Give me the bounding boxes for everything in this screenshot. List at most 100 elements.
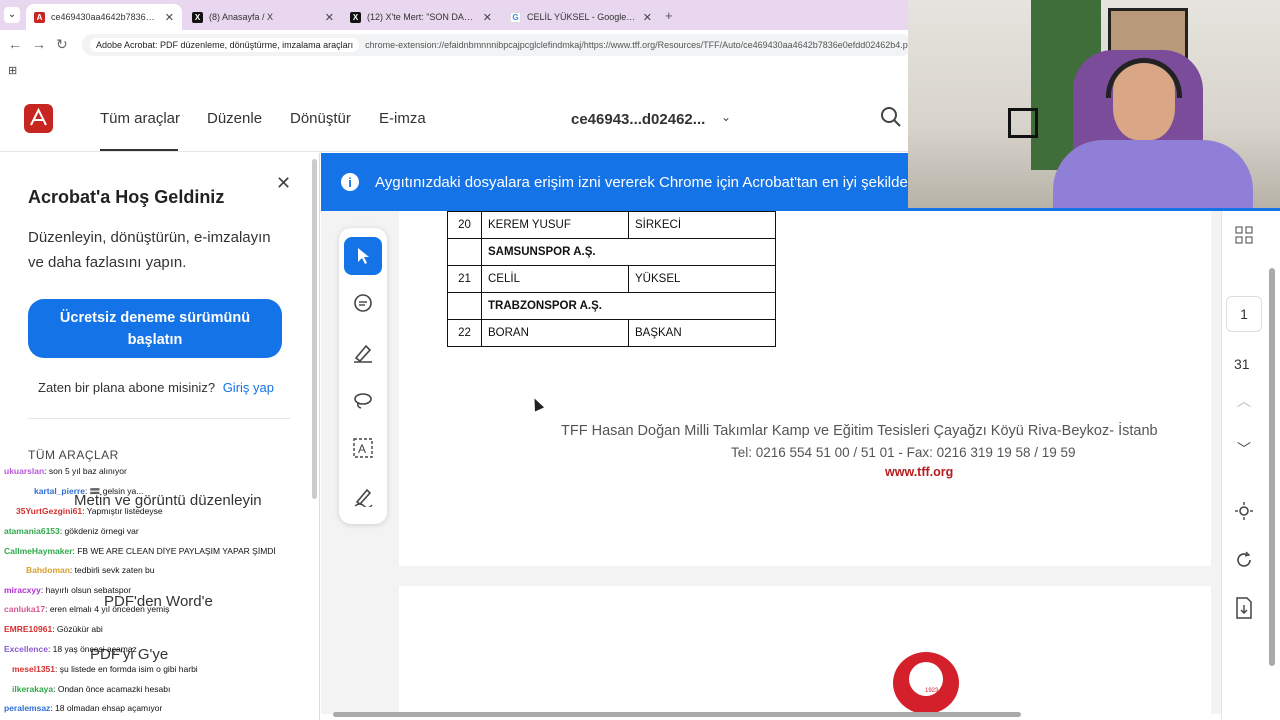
- tab-google[interactable]: G CELİL YÜKSEL - Google'da Ara ✕: [502, 4, 660, 30]
- start-trial-button[interactable]: Ücretsiz deneme sürümünü başlatın: [28, 299, 282, 358]
- select-cursor-icon[interactable]: [344, 237, 382, 275]
- chat-text: : 18 olmadan ehsap açamıyor: [50, 703, 163, 713]
- chat-text: : eren elmalı 4 yıl önceden yemiş: [45, 604, 170, 614]
- footer-website-link[interactable]: www.tff.org: [885, 465, 953, 479]
- panel-scrollbar[interactable]: [312, 159, 317, 499]
- tab-title: CELİL YÜKSEL - Google'da Ara: [527, 12, 637, 22]
- plus-icon[interactable]: +: [665, 8, 673, 23]
- chat-text: : Gözükür abi: [52, 624, 103, 634]
- chat-message: kartal_pierre: 🟰 gelsin ya...: [4, 486, 143, 497]
- welcome-title: Acrobat'a Hoş Geldiniz: [28, 187, 225, 207]
- chat-text: : son 5 yıl baz alınıyor: [44, 466, 127, 476]
- tab-search-icon[interactable]: ⌄: [4, 7, 20, 23]
- file-icon[interactable]: [1232, 596, 1256, 620]
- divider: [28, 418, 290, 419]
- chevron-down-icon[interactable]: ⌄: [721, 110, 731, 124]
- player-table: 20 KEREM YUSUF SİRKECİ SAMSUNSPOR A.Ş. 2…: [447, 211, 776, 347]
- chat-message: peralemsaz: 18 olmadan ehsap açamıyor: [4, 703, 162, 713]
- grid-icon[interactable]: [1232, 223, 1256, 247]
- tools-heading: TÜM ARAÇLAR: [28, 448, 119, 462]
- chat-message: EMRE10961: Gözükür abi: [4, 624, 103, 634]
- chevron-up-icon[interactable]: ︿: [1232, 389, 1256, 413]
- player-first-name: BORAN: [481, 319, 629, 347]
- chat-text: : 18 yaş öncesi açamaz: [47, 644, 137, 654]
- menu-esign[interactable]: E-imza: [379, 110, 426, 127]
- back-icon[interactable]: ←: [8, 36, 22, 52]
- apps-grid-icon[interactable]: ⊞: [8, 64, 17, 77]
- chat-username: peralemsaz: [4, 703, 51, 713]
- document-horizontal-scrollbar[interactable]: [333, 712, 1021, 717]
- close-icon[interactable]: ✕: [483, 11, 492, 24]
- document-vertical-scrollbar[interactable]: [1269, 268, 1275, 666]
- chat-username: canluka17: [4, 604, 46, 614]
- subscribe-question: Zaten bir plana abone misiniz?: [38, 380, 216, 395]
- chat-username: 35YurtGezgini61: [16, 506, 83, 516]
- rotate-icon[interactable]: [1232, 548, 1256, 572]
- sign-in-link[interactable]: Giriş yap: [223, 380, 274, 395]
- chat-message: canluka17: eren elmalı 4 yıl önceden yem…: [4, 604, 169, 614]
- svg-text:A: A: [358, 442, 366, 456]
- close-icon[interactable]: ✕: [643, 11, 652, 24]
- sign-icon[interactable]: [344, 477, 382, 515]
- player-first-name: CELİL: [481, 265, 629, 293]
- text-recognition-icon[interactable]: A: [344, 429, 382, 467]
- chat-message: mesel1351: şu listede en formda isim o g…: [4, 664, 198, 674]
- banner-text: Aygıtınızdaki dosyalara erişim izni vere…: [375, 173, 908, 191]
- menu-convert[interactable]: Dönüştür: [290, 110, 351, 127]
- row-number: 22: [447, 319, 482, 347]
- chat-text: : şu listede en formda isim o gibi harbi: [55, 664, 198, 674]
- chat-message: atamania6153: gökdeniz örnegi var: [4, 526, 139, 536]
- chat-text: : Ondan önce acamazki hesabı: [53, 684, 171, 694]
- lasso-icon[interactable]: [344, 381, 382, 419]
- tab-title: (12) X'te Mert: "SON DAKİKA 🔺: [367, 11, 477, 22]
- page-total: 31: [1234, 356, 1250, 372]
- chat-message: miracxyy: hayırlı olsun sebatspor: [4, 585, 131, 595]
- chat-text: : tedbirli sevk zaten bu: [69, 565, 155, 575]
- chat-text: : 🟰 gelsin ya...: [85, 486, 144, 496]
- info-icon: i: [341, 173, 359, 191]
- forward-icon[interactable]: →: [32, 36, 46, 52]
- team-name: TRABZONSPOR A.Ş.: [481, 292, 776, 320]
- menu-all-tools[interactable]: Tüm araçlar: [100, 110, 180, 127]
- chat-message: Bahdoman: tedbirli sevk zaten bu: [4, 565, 155, 575]
- welcome-description: Düzenleyin, dönüştürün, e-imzalayın ve d…: [28, 229, 271, 271]
- google-favicon-icon: G: [510, 11, 521, 23]
- menu-edit[interactable]: Düzenle: [207, 110, 262, 127]
- chat-username: atamania6153: [4, 526, 60, 536]
- omnibox[interactable]: Adobe Acrobat: PDF düzenleme, dönüştürme…: [82, 34, 912, 56]
- chat-username: kartal_pierre: [34, 486, 86, 496]
- webcam-person-shirt: [1053, 140, 1253, 208]
- pdf-page: 1923: [399, 586, 1211, 714]
- close-icon[interactable]: ✕: [165, 11, 174, 24]
- chat-username: ilkerakaya: [12, 684, 54, 694]
- player-last-name: BAŞKAN: [628, 319, 776, 347]
- x-favicon-icon: X: [350, 11, 361, 23]
- document-viewer[interactable]: 20 KEREM YUSUF SİRKECİ SAMSUNSPOR A.Ş. 2…: [321, 211, 1221, 714]
- highlight-icon[interactable]: [344, 333, 382, 371]
- comment-icon[interactable]: [344, 285, 382, 323]
- search-icon[interactable]: [880, 106, 902, 133]
- close-icon[interactable]: ✕: [276, 173, 291, 194]
- acrobat-favicon-icon: A: [34, 11, 45, 23]
- chat-username: Excellence: [4, 644, 48, 654]
- tab-x-home[interactable]: X (8) Anasayfa / X ✕: [184, 4, 342, 30]
- webcam-shelf: [1008, 108, 1038, 138]
- tab-pdf[interactable]: A ce469430aa4642b7836e0efdd02462b4.pdf ✕: [26, 4, 182, 30]
- site-origin-chip[interactable]: Adobe Acrobat: PDF düzenleme, dönüştürme…: [90, 38, 360, 52]
- chat-username: miracxyy: [4, 585, 41, 595]
- file-name[interactable]: ce46943...d02462...: [571, 111, 705, 128]
- chevron-down-icon[interactable]: ﹀: [1232, 437, 1256, 461]
- team-name: SAMSUNSPOR A.Ş.: [481, 238, 776, 266]
- chat-text: : gökdeniz örnegi var: [59, 526, 139, 536]
- theme-icon[interactable]: [1232, 499, 1256, 523]
- close-icon[interactable]: ✕: [325, 11, 334, 24]
- tff-logo-icon: 1923: [893, 652, 959, 714]
- chat-message: ukuarslan: son 5 yıl baz alınıyor: [4, 466, 127, 476]
- x-favicon-icon: X: [192, 11, 203, 23]
- tab-x-post[interactable]: X (12) X'te Mert: "SON DAKİKA 🔺 ✕: [342, 4, 500, 30]
- pdf-page: 20 KEREM YUSUF SİRKECİ SAMSUNSPOR A.Ş. 2…: [399, 211, 1211, 566]
- reload-icon[interactable]: ↻: [56, 36, 68, 53]
- table-row: 22 BORAN BAŞKAN: [447, 319, 776, 347]
- stream-chat-overlay: ukuarslan: son 5 yıl baz alınıyor kartal…: [0, 462, 320, 720]
- current-page-input[interactable]: 1: [1226, 296, 1262, 332]
